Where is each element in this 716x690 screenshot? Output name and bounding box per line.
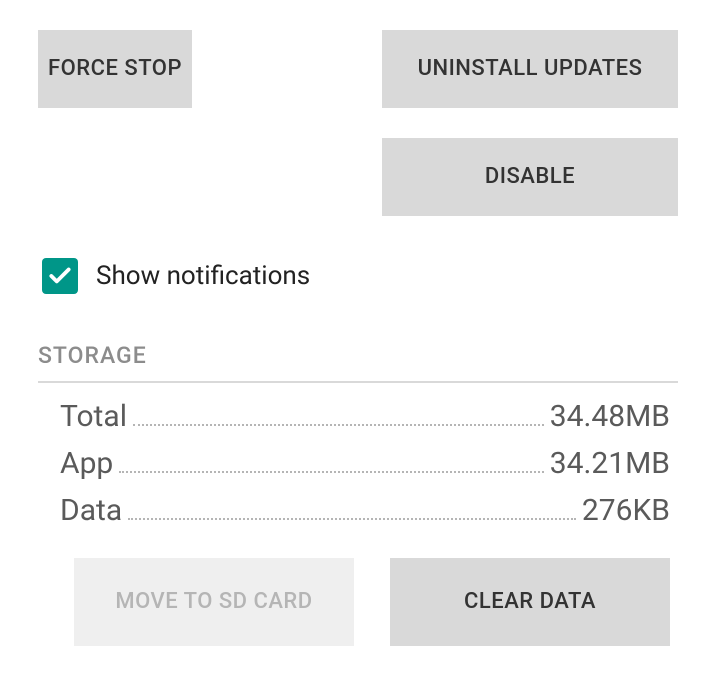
storage-label: App [60,446,113,481]
storage-value: 34.21MB [550,446,670,481]
storage-section-header: STORAGE [38,342,678,369]
move-to-sd-button: MOVE TO SD CARD [74,558,354,646]
clear-data-button[interactable]: CLEAR DATA [390,558,670,646]
checkmark-icon [47,263,73,289]
disable-button[interactable]: DISABLE [382,138,678,216]
storage-row-app: App 34.21MB [60,446,670,481]
storage-label: Data [60,493,122,528]
storage-dots [128,518,576,520]
bottom-button-row: MOVE TO SD CARD CLEAR DATA [38,558,678,646]
storage-value: 34.48MB [550,399,670,434]
storage-dots [119,471,544,473]
storage-label: Total [60,399,127,434]
storage-row-total: Total 34.48MB [60,399,670,434]
storage-dots [133,424,544,426]
show-notifications-row: Show notifications [42,258,678,294]
show-notifications-label: Show notifications [96,261,310,291]
storage-divider [38,381,678,383]
storage-value: 276KB [582,493,670,528]
storage-row-data: Data 276KB [60,493,670,528]
uninstall-updates-button[interactable]: UNINSTALL UPDATES [382,30,678,108]
show-notifications-checkbox[interactable] [42,258,78,294]
force-stop-button[interactable]: FORCE STOP [38,30,192,108]
storage-list: Total 34.48MB App 34.21MB Data 276KB [38,399,678,528]
top-button-row: FORCE STOP UNINSTALL UPDATES DISABLE [38,30,678,216]
